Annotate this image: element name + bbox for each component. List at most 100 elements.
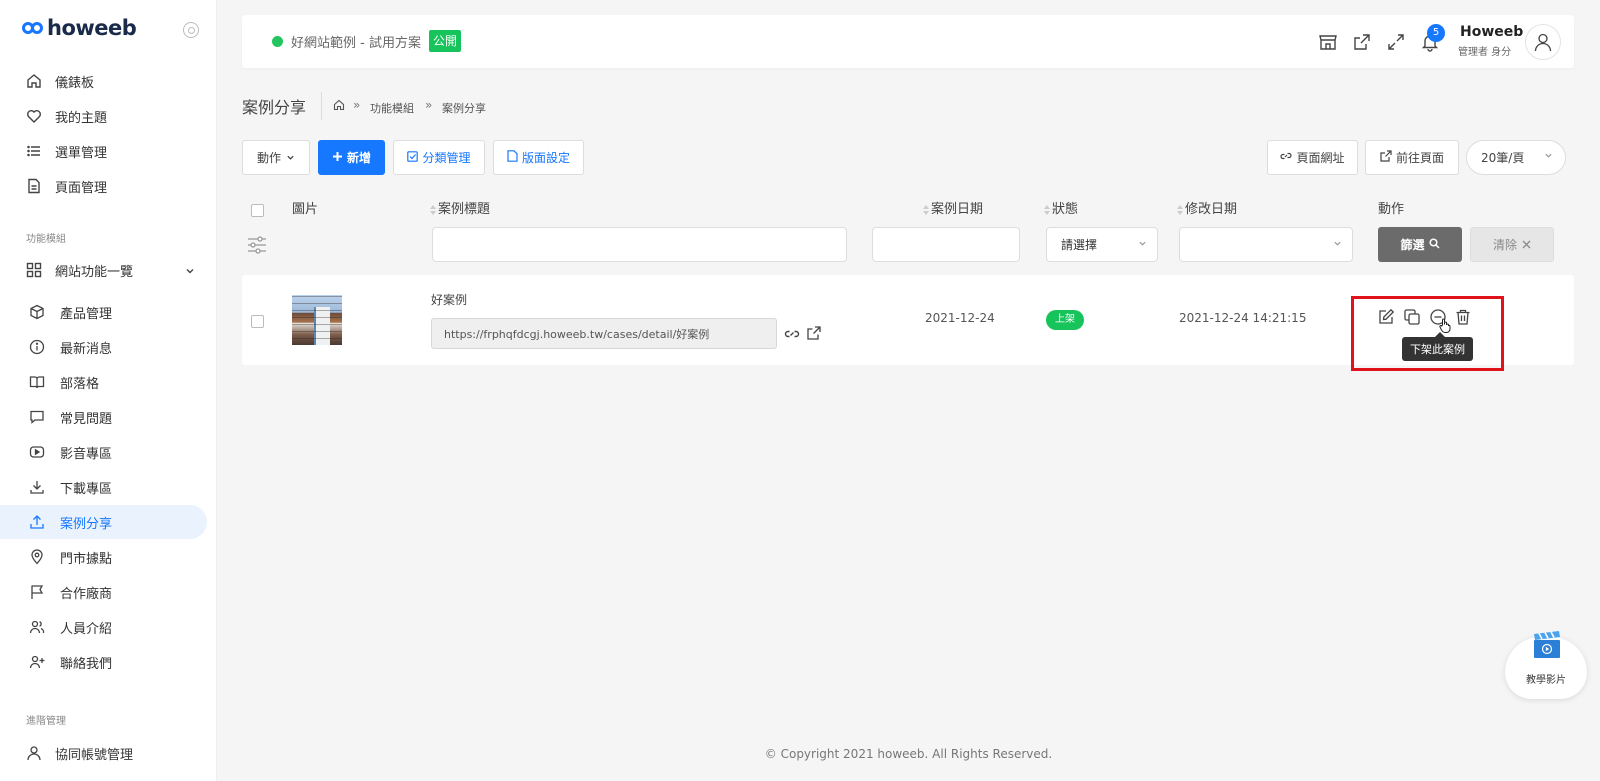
- tutorial-video-widget[interactable]: 教學影片: [1505, 631, 1587, 699]
- sidebar-item-label: 門市據點: [60, 551, 113, 567]
- sort-icon: [923, 204, 929, 215]
- external-link-icon[interactable]: [1352, 32, 1372, 52]
- file-icon: [25, 177, 43, 195]
- chevron-down-icon: [185, 265, 195, 280]
- sidebar-item-label: 下載專區: [60, 481, 113, 497]
- sidebar-item-pages[interactable]: 頁面管理: [0, 169, 207, 203]
- breadcrumb-item: 案例分享: [442, 102, 486, 115]
- layout-settings-label: 版面設定: [521, 151, 570, 165]
- breadcrumb-separator: »: [425, 98, 433, 112]
- page-title: 案例分享: [242, 98, 307, 117]
- sidebar-item-downloads[interactable]: 下載專區: [0, 470, 207, 504]
- avatar[interactable]: [1525, 24, 1561, 60]
- breadcrumb-home-icon[interactable]: [333, 99, 345, 114]
- sidebar-item-label: 產品管理: [60, 306, 113, 322]
- column-header-title[interactable]: 案例標題: [430, 198, 490, 217]
- modified-filter-select[interactable]: [1179, 227, 1353, 262]
- sidebar-group-modules[interactable]: 網站功能一覽: [0, 253, 207, 287]
- column-header-modified[interactable]: 修改日期: [1177, 198, 1237, 217]
- row-modified-date: 2021-12-24 14:21:15: [1179, 311, 1307, 325]
- status-filter-select[interactable]: 請選擇: [1046, 227, 1158, 262]
- user-role: 管理者 身分: [1458, 47, 1512, 58]
- clear-button-label: 清除: [1492, 238, 1517, 252]
- sidebar-item-label: 案例分享: [60, 516, 113, 532]
- column-header-status[interactable]: 狀態: [1044, 198, 1078, 217]
- copy-link-icon[interactable]: [783, 325, 801, 343]
- column-header-actions: 動作: [1378, 202, 1405, 217]
- filter-button[interactable]: 篩選: [1378, 227, 1462, 262]
- sliders-icon[interactable]: [247, 236, 267, 258]
- select-all-checkbox[interactable]: [251, 204, 264, 217]
- column-header-date-label: 案例日期: [931, 202, 984, 217]
- column-header-title-label: 案例標題: [438, 202, 491, 217]
- per-page-value: 20筆/頁: [1481, 151, 1525, 165]
- clear-button[interactable]: 清除: [1470, 227, 1554, 262]
- sidebar-item-team[interactable]: 人員介紹: [0, 610, 207, 644]
- row-title[interactable]: 好案例: [431, 291, 467, 308]
- share-icon: [28, 513, 46, 531]
- row-checkbox[interactable]: [251, 315, 264, 328]
- sidebar-item-videos[interactable]: 影音專區: [0, 435, 207, 469]
- sidebar-item-contact[interactable]: 聯絡我們: [0, 645, 207, 679]
- sidebar-collapse-icon[interactable]: [183, 22, 199, 38]
- user-name: Howeeb: [1460, 24, 1524, 40]
- column-header-modified-label: 修改日期: [1185, 202, 1238, 217]
- location-icon: [28, 548, 46, 566]
- list-icon: [25, 142, 43, 160]
- store-icon[interactable]: [1318, 32, 1338, 52]
- sort-icon: [430, 204, 436, 215]
- sidebar-item-stores[interactable]: 門市據點: [0, 540, 207, 574]
- bulk-action-dropdown[interactable]: 動作: [242, 140, 310, 175]
- add-button[interactable]: 新增: [318, 140, 385, 175]
- clapperboard-icon: [1532, 630, 1562, 660]
- page-url-label: 頁面網址: [1296, 151, 1345, 165]
- video-icon: [28, 443, 46, 461]
- sidebar-item-label: 頁面管理: [55, 180, 108, 196]
- sidebar-item-faq[interactable]: 常見問題: [0, 400, 207, 434]
- sort-icon: [1044, 204, 1050, 215]
- title-filter-input[interactable]: [432, 227, 847, 262]
- unpublish-tooltip: 下架此案例: [1402, 332, 1473, 361]
- per-page-select[interactable]: 20筆/頁: [1466, 140, 1566, 175]
- logo-text: howeeb: [47, 16, 137, 40]
- column-header-image: 圖片: [292, 202, 319, 217]
- page-url-button[interactable]: 頁面網址: [1267, 140, 1358, 175]
- users-icon: [28, 618, 46, 636]
- public-badge: 公開: [429, 30, 462, 52]
- notification-count-badge: 5: [1427, 24, 1445, 42]
- sidebar-item-cases[interactable]: 案例分享: [0, 505, 207, 539]
- external-link-icon: [1380, 150, 1392, 165]
- breadcrumb-item[interactable]: 功能模組: [370, 100, 414, 116]
- case-thumbnail[interactable]: [292, 295, 342, 345]
- category-manage-label: 分類管理: [422, 151, 471, 165]
- sidebar-item-label: 儀錶板: [55, 75, 95, 91]
- link-icon: [1280, 150, 1293, 165]
- layout-settings-button[interactable]: 版面設定: [493, 140, 584, 175]
- topbar: 好網站範例 - 試用方案 公開 5 Howeeb 管理者 身分: [242, 15, 1574, 68]
- sidebar-item-partners[interactable]: 合作廠商: [0, 575, 207, 609]
- chevron-down-icon: [1333, 239, 1342, 251]
- sidebar-item-themes[interactable]: 我的主題: [0, 99, 207, 133]
- sidebar-item-blog[interactable]: 部落格: [0, 365, 207, 399]
- row-url-field[interactable]: https://frphqfdcgj.howeeb.tw/cases/detai…: [431, 318, 777, 349]
- external-link-icon[interactable]: [806, 325, 824, 343]
- goto-page-button[interactable]: 前往頁面: [1365, 140, 1459, 175]
- sidebar-item-news[interactable]: 最新消息: [0, 330, 207, 364]
- site-name[interactable]: 好網站範例 - 試用方案: [291, 32, 421, 51]
- fullscreen-icon[interactable]: [1386, 32, 1406, 52]
- info-icon: [28, 338, 46, 356]
- search-icon: [1428, 237, 1440, 252]
- grid-icon: [25, 261, 43, 279]
- date-filter-input[interactable]: [872, 227, 1020, 262]
- column-header-date[interactable]: 案例日期: [923, 198, 983, 217]
- sidebar-item-label: 影音專區: [60, 446, 113, 462]
- brand-logo[interactable]: howeeb: [22, 16, 137, 40]
- sidebar-item-dashboard[interactable]: 儀錶板: [0, 64, 207, 98]
- sidebar-item-menus[interactable]: 選單管理: [0, 134, 207, 168]
- sidebar: howeeb 儀錶板 我的主題 選單管理 頁面管理 功能模組 網站功能一覽 產品…: [0, 0, 217, 781]
- sidebar-item-label: 常見問題: [60, 411, 113, 427]
- section-label-advanced: 進階管理: [26, 716, 66, 727]
- status-badge[interactable]: 上架: [1046, 310, 1084, 330]
- sidebar-item-products[interactable]: 產品管理: [0, 295, 207, 329]
- category-manage-button[interactable]: 分類管理: [393, 140, 485, 175]
